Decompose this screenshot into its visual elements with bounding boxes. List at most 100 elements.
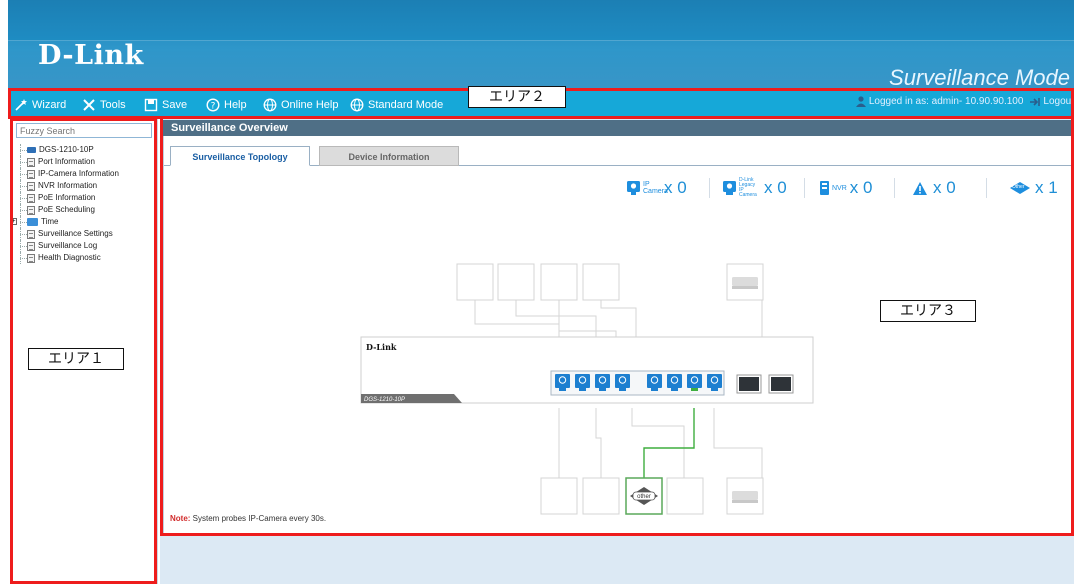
tree-item-label: NVR Information	[38, 181, 98, 190]
document-icon	[27, 241, 35, 251]
tools-icon	[82, 98, 96, 112]
folder-icon	[27, 218, 38, 226]
document-icon	[27, 157, 35, 167]
stat-count: x 0	[849, 178, 873, 197]
wizard-button[interactable]: Wizard	[14, 96, 66, 113]
logout-icon[interactable]	[1029, 97, 1041, 107]
area3-label: エリア３	[880, 300, 976, 322]
save-icon	[144, 98, 158, 112]
tree-item-nvr-information[interactable]: NVR Information	[16, 180, 156, 192]
tree-connector	[16, 240, 27, 252]
tree-item-label: Health Diagnostic	[38, 253, 101, 262]
topology-diagram: D-Link DGS-1210-10P other	[360, 263, 814, 515]
standard-mode-label: Standard Mode	[368, 98, 444, 111]
tree-connector	[16, 180, 27, 192]
dlink-logo: D-Link	[38, 40, 144, 71]
tree-connector	[16, 156, 27, 168]
switch-model-label: DGS-1210-10P	[364, 397, 405, 403]
stat-count: x 1	[1035, 178, 1058, 197]
globe-icon	[350, 98, 364, 112]
tree-item-label: PoE Information	[38, 193, 96, 202]
help-label: Help	[224, 98, 247, 111]
uplink-device-top	[726, 263, 764, 301]
stat-count: x 0	[933, 178, 956, 197]
page-title: Surveillance Overview	[163, 120, 1074, 136]
online-help-button[interactable]: Online Help	[263, 96, 338, 113]
login-status: Logged in as: admin- 10.90.90.100 Logout	[855, 96, 1074, 107]
document-icon	[27, 253, 35, 263]
tree-connector	[16, 144, 27, 156]
area2-label: エリア２	[468, 86, 566, 108]
ip-camera-icon	[626, 180, 641, 196]
overview-panel: Surveillance Topology Device Information…	[163, 136, 1074, 534]
tree-item-label: Time	[41, 217, 59, 226]
other-device-node[interactable]: other	[625, 477, 663, 515]
stat-count: x 0	[664, 178, 687, 197]
other-device-label: other	[637, 494, 651, 500]
document-icon	[27, 193, 35, 203]
tree-connector	[16, 168, 27, 180]
tree-item-surveillance-settings[interactable]: Surveillance Settings	[16, 228, 156, 240]
svg-text:?: ?	[211, 101, 216, 111]
empty-device-slots-bottom	[540, 477, 704, 515]
tree-connector	[16, 204, 27, 216]
active-link	[643, 408, 695, 478]
logout-link[interactable]: Logout	[1043, 96, 1074, 107]
stat-ip-camera: IP Camera x 0	[626, 176, 687, 200]
tree-item-label: DGS-1210-10P	[39, 145, 94, 154]
stat-divider	[986, 178, 987, 198]
topology-links-bottom	[558, 408, 763, 478]
stat-label: D-Link Legacy IP Camera	[739, 177, 757, 198]
warning-icon	[912, 181, 928, 196]
save-button[interactable]: Save	[144, 96, 187, 113]
stat-legacy-camera: D-Link Legacy IP Camera x 0	[722, 176, 787, 200]
tree-connector	[16, 252, 27, 264]
tree-item-label: IP-Camera Information	[38, 169, 119, 178]
tree-item-surveillance-log[interactable]: Surveillance Log	[16, 240, 156, 252]
fuzzy-search-input[interactable]	[16, 123, 152, 138]
tree-item-time[interactable]: + Time	[10, 216, 156, 228]
tree-item-poe-information[interactable]: PoE Information	[16, 192, 156, 204]
tree-connector	[16, 216, 27, 228]
login-text: Logged in as: admin- 10.90.90.100	[868, 96, 1024, 107]
tree-item-port-information[interactable]: Port Information	[16, 156, 156, 168]
probe-note: Note: System probes IP-Camera every 30s.	[170, 514, 326, 523]
tree-item-poe-scheduling[interactable]: PoE Scheduling	[16, 204, 156, 216]
help-icon: ?	[206, 97, 220, 112]
tab-surveillance-topology[interactable]: Surveillance Topology	[170, 146, 310, 166]
tree-connector	[16, 192, 27, 204]
tab-device-information[interactable]: Device Information	[319, 146, 459, 166]
stat-nvr: NVR x 0	[819, 176, 872, 200]
user-icon	[855, 96, 866, 107]
tree-item-ip-camera-information[interactable]: IP-Camera Information	[16, 168, 156, 180]
tree-item-health-diagnostic[interactable]: Health Diagnostic	[16, 252, 156, 264]
document-icon	[27, 169, 35, 179]
legacy-camera-icon	[722, 180, 737, 196]
wizard-icon	[14, 98, 28, 112]
uplink-device-bottom	[726, 477, 764, 515]
document-icon	[27, 181, 35, 191]
tree-item-label: Surveillance Settings	[38, 229, 113, 238]
tree-item-label: Port Information	[38, 157, 95, 166]
note-text: System probes IP-Camera every 30s.	[190, 514, 327, 523]
tree-item-dgs-1210-10p[interactable]: DGS-1210-10P	[16, 144, 156, 156]
tree-item-label: PoE Scheduling	[38, 205, 95, 214]
other-device-icon: Other	[1008, 180, 1032, 196]
tree-connector	[16, 228, 27, 240]
stat-count: x 0	[764, 178, 787, 197]
switch-device: D-Link DGS-1210-10P	[360, 336, 814, 404]
globe-icon	[263, 98, 277, 112]
tree-item-label: Surveillance Log	[38, 241, 98, 250]
standard-mode-button[interactable]: Standard Mode	[350, 96, 443, 113]
tools-button[interactable]: Tools	[82, 96, 126, 113]
document-icon	[27, 205, 35, 215]
save-label: Save	[162, 98, 188, 111]
stat-divider	[894, 178, 895, 198]
stat-divider	[804, 178, 805, 198]
other-device-label: Other	[1012, 184, 1025, 190]
main-content: Surveillance Overview Surveillance Topol…	[160, 118, 1074, 584]
nvr-icon	[819, 180, 830, 196]
stat-other: Other x 1	[1008, 176, 1058, 200]
stat-label: NVR	[832, 184, 847, 192]
help-button[interactable]: ? Help	[206, 96, 247, 113]
